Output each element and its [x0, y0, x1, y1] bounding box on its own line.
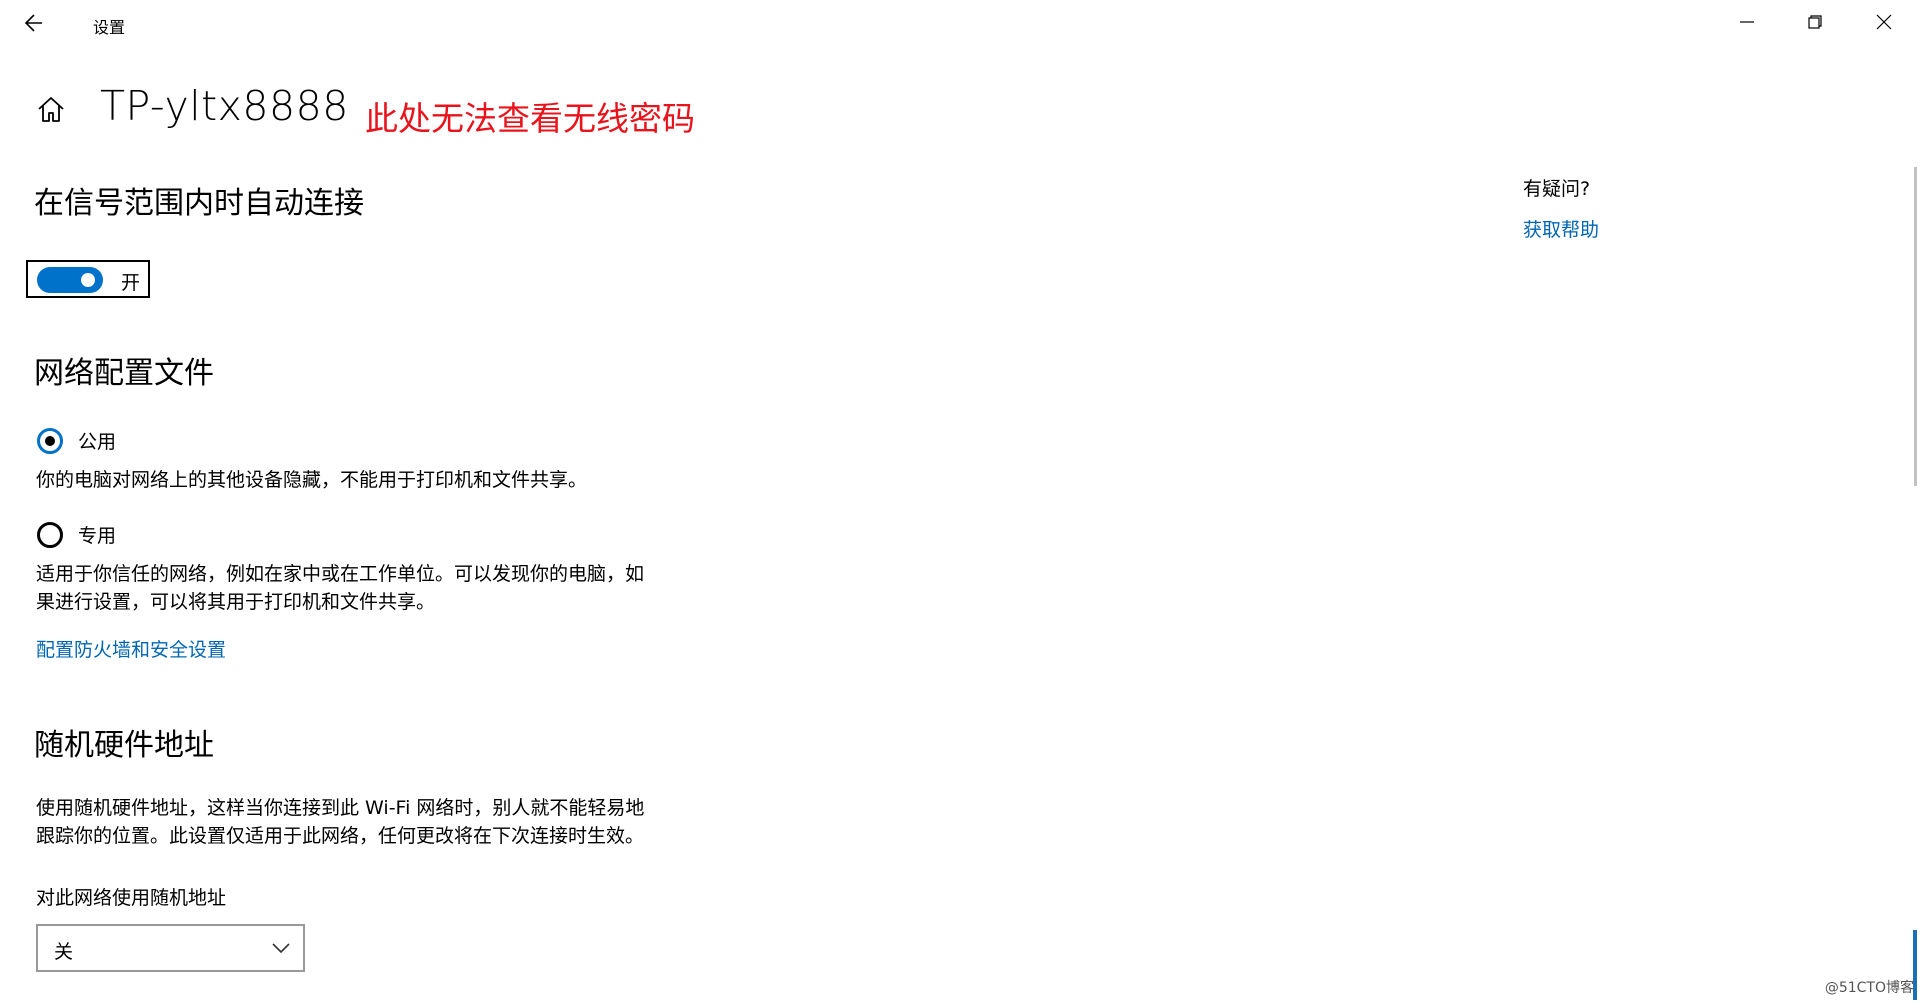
radio-public[interactable]: [37, 428, 63, 454]
radio-private-label[interactable]: 专用: [78, 522, 116, 550]
minimize-icon: [1739, 14, 1755, 34]
toggle-track: [37, 267, 103, 293]
random-hardware-description-line2: 跟踪你的位置。此设置仅适用于此网络，任何更改将在下次连接时生效。: [36, 825, 645, 847]
close-icon: [1876, 14, 1892, 34]
home-button[interactable]: [34, 92, 68, 126]
toggle-knob: [81, 273, 95, 287]
scrollbar-track[interactable]: [1914, 167, 1917, 486]
home-icon: [34, 97, 68, 130]
firewall-settings-link[interactable]: 配置防火墙和安全设置: [36, 635, 226, 662]
random-address-select-label: 对此网络使用随机地址: [36, 887, 227, 909]
arrow-left-icon: [22, 14, 48, 40]
window-title: 设置: [93, 18, 126, 37]
random-address-select-value: 关: [54, 941, 74, 963]
get-help-link[interactable]: 获取帮助: [1523, 215, 1599, 242]
radio-public-label[interactable]: 公用: [78, 428, 116, 456]
minimize-button[interactable]: [1713, 0, 1781, 48]
radio-private-description-line1: 适用于你信任的网络，例如在家中或在工作单位。可以发现你的电脑，如: [36, 563, 645, 585]
close-button[interactable]: [1850, 0, 1918, 48]
random-hardware-description-line1: 使用随机硬件地址，这样当你连接到此 Wi-Fi 网络时，别人就不能轻易地: [36, 797, 645, 819]
radio-private[interactable]: [37, 522, 63, 548]
restore-icon: [1807, 14, 1823, 34]
network-profile-heading: 网络配置文件: [34, 356, 214, 391]
watermark-text: @51CTO博客: [1824, 980, 1914, 996]
restore-button[interactable]: [1781, 0, 1849, 48]
help-question: 有疑问?: [1523, 178, 1591, 200]
chevron-down-icon: [271, 938, 291, 962]
auto-connect-heading: 在信号范围内时自动连接: [34, 186, 364, 221]
random-hardware-heading: 随机硬件地址: [34, 728, 214, 763]
annotation-text: 此处无法查看无线密码: [365, 99, 695, 138]
back-button[interactable]: [22, 10, 52, 40]
radio-public-dot: [45, 436, 55, 446]
random-address-select[interactable]: 关: [36, 924, 305, 972]
toggle-state-label: 开: [121, 272, 141, 294]
radio-public-description: 你的电脑对网络上的其他设备隐藏，不能用于打印机和文件共享。: [36, 469, 588, 491]
auto-connect-toggle[interactable]: 开: [26, 260, 150, 298]
radio-private-description-line2: 果进行设置，可以将其用于打印机和文件共享。: [36, 591, 436, 613]
page-title: TP-yltx8888: [100, 82, 349, 130]
